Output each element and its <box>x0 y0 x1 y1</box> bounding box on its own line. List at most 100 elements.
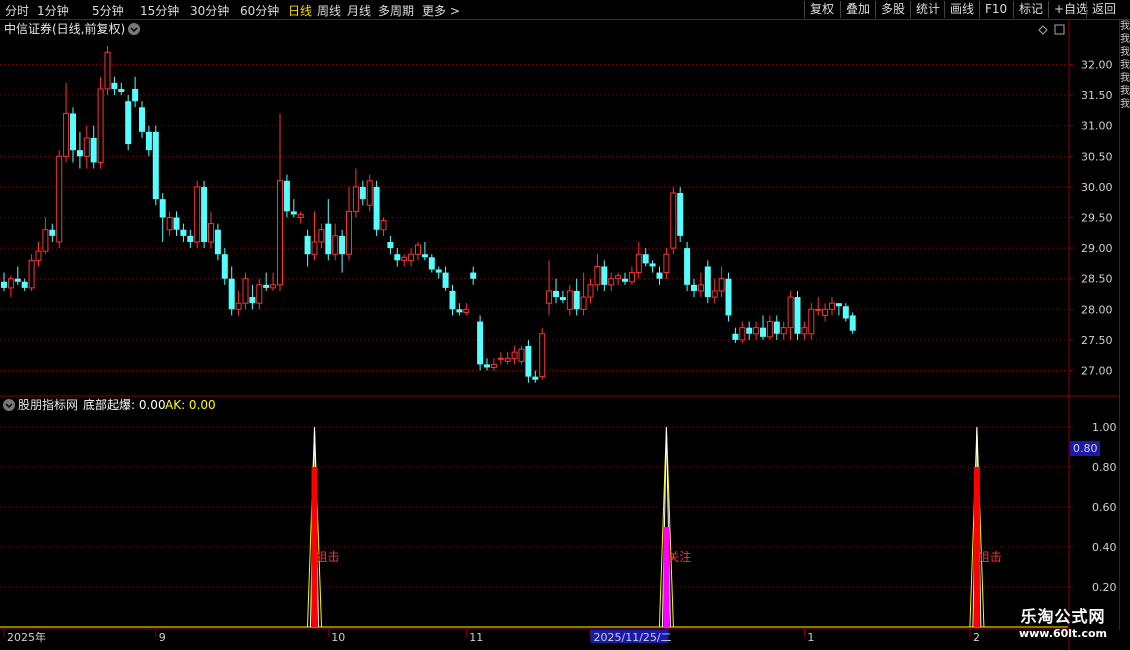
candle-body-down <box>339 235 346 255</box>
candle-body-down <box>387 241 394 249</box>
multi-stock-button[interactable]: 多股 <box>875 1 910 18</box>
indicator-value-ak: AK: 0.00 <box>165 398 216 412</box>
main-panel-title: 中信证券(日线,前复权) <box>4 21 125 36</box>
main-y-tick-label: 27.00 <box>1081 365 1113 378</box>
diamond-icon[interactable] <box>1038 25 1048 35</box>
candle-body-down <box>704 266 711 298</box>
candle-body-up <box>63 112 70 157</box>
period-more[interactable]: 更多 > <box>422 2 460 19</box>
candle-body-down <box>201 186 208 242</box>
main-y-tick-label: 28.00 <box>1081 303 1113 316</box>
candle-body-up <box>753 327 760 335</box>
period-toolbar: 分时 1分钟 5分钟 15分钟 30分钟 60分钟 日线 周线 月线 多周期 更… <box>0 0 1130 20</box>
candle-body-down <box>746 327 753 334</box>
candle-body-down <box>145 131 152 151</box>
period-1min[interactable]: 1分钟 <box>37 2 69 19</box>
main-menu-chevron-icon[interactable] <box>128 23 140 35</box>
f10-button[interactable]: F10 <box>979 1 1012 18</box>
candle-body-up <box>311 241 318 255</box>
candle-body-up <box>566 290 573 310</box>
candle-body-up <box>663 253 670 274</box>
candle-body-down <box>677 193 684 236</box>
main-y-tick-label: 31.00 <box>1081 120 1113 133</box>
candle-body-up <box>366 180 373 206</box>
candle-body-up <box>815 308 822 311</box>
candle-body-down <box>428 257 435 270</box>
candle-body-down <box>484 364 490 368</box>
candle-body-down <box>794 297 801 334</box>
candle-body-down <box>525 346 532 377</box>
x-tick-label: 1 <box>807 631 814 644</box>
main-y-tick-label: 30.00 <box>1081 181 1113 194</box>
candle-body-down <box>214 229 221 255</box>
indicator-y-tick-label: 0.80 <box>1092 461 1117 474</box>
candle-body-down <box>559 297 566 301</box>
candle-body-up <box>463 308 470 313</box>
period-60min[interactable]: 60分钟 <box>240 2 279 19</box>
main-y-tick-label: 31.50 <box>1081 89 1113 102</box>
signal-label: 关注 <box>667 549 691 564</box>
candle-body-down <box>139 107 145 132</box>
candle-body-down <box>173 217 180 230</box>
candle-body-up <box>35 250 42 261</box>
candle-body-up <box>194 186 201 243</box>
candle-body-down <box>290 211 297 215</box>
candle-body-up <box>490 363 497 368</box>
candle-body-up <box>104 51 111 90</box>
period-weekly[interactable]: 周线 <box>317 2 341 19</box>
candle-body-down <box>622 278 628 282</box>
candle-body-up <box>697 284 704 292</box>
candle-body-up <box>318 229 325 243</box>
overlay-button[interactable]: 叠加 <box>840 1 875 18</box>
candle-body-down <box>283 180 290 212</box>
draw-line-button[interactable]: 画线 <box>944 1 979 18</box>
candle-body-up <box>401 256 408 261</box>
candle-body-down <box>435 269 442 273</box>
mark-button[interactable]: 标记 <box>1013 1 1048 18</box>
signal-bar <box>311 467 318 627</box>
period-multi[interactable]: 多周期 <box>378 2 414 19</box>
candle-body-up <box>97 88 104 163</box>
candle-body-down <box>656 272 663 279</box>
period-minute[interactable]: 分时 <box>5 2 29 19</box>
maximize-icon[interactable] <box>1054 24 1065 35</box>
candle-body-down <box>221 254 228 279</box>
candle-body-up <box>42 229 49 252</box>
period-15min[interactable]: 15分钟 <box>140 2 179 19</box>
candle-body-up <box>297 213 304 218</box>
indicator-y-tick-label: 0.20 <box>1092 581 1117 594</box>
indicator-name: 股朋指标网 <box>18 397 78 412</box>
candle-body-down <box>90 137 97 163</box>
x-tick-label: 11 <box>469 631 483 644</box>
candle-body-up <box>504 357 511 362</box>
period-5min[interactable]: 5分钟 <box>92 2 124 19</box>
candle-body-up <box>277 180 283 286</box>
stock-chart[interactable]: 狙击 关注 狙击 27.00 27.50 28.00 28.50 29.00 29.50 30.… <box>0 20 1130 650</box>
candle-body-down <box>725 278 732 316</box>
main-y-tick-label: 30.50 <box>1081 150 1113 163</box>
candle-body-down <box>70 113 76 151</box>
indicator-y-tick-label: 1.00 <box>1092 421 1117 434</box>
candle-body-up <box>380 220 387 231</box>
restore-rights-button[interactable]: 复权 <box>804 1 839 18</box>
candle-body-down <box>325 223 332 255</box>
candle-body-down <box>642 254 649 264</box>
candle-body-down <box>359 186 366 200</box>
indicator-menu-chevron-icon[interactable] <box>3 399 15 411</box>
candle-body-up <box>822 308 829 316</box>
candle-body-up <box>801 327 808 335</box>
candle-body-down <box>21 281 28 288</box>
candle-body-up <box>518 348 525 362</box>
period-monthly[interactable]: 月线 <box>347 2 371 19</box>
statistics-button[interactable]: 统计 <box>910 1 945 18</box>
candle-body-down <box>842 306 849 319</box>
back-button[interactable]: 返回 <box>1086 1 1121 18</box>
candle-body-down <box>111 82 118 89</box>
candle-body-up <box>256 284 263 304</box>
candle-body-up <box>739 327 746 341</box>
period-daily[interactable]: 日线 <box>288 2 312 19</box>
candle-body-down <box>601 266 608 285</box>
candle-body-up <box>332 235 339 255</box>
main-y-tick-label: 28.50 <box>1081 273 1113 286</box>
period-30min[interactable]: 30分钟 <box>190 2 229 19</box>
